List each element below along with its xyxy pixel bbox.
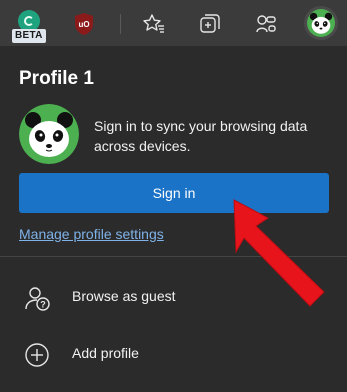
manage-profile-settings-link[interactable]: Manage profile settings — [19, 226, 164, 242]
signin-message: Sign in to sync your browsing data acros… — [94, 118, 308, 154]
favorites-button[interactable] — [140, 10, 168, 38]
profile-avatar-button[interactable] — [304, 6, 338, 40]
add-profile-label: Add profile — [72, 345, 139, 361]
guest-icon: ? — [25, 287, 50, 311]
add-profile-item[interactable]: Add profile — [0, 329, 347, 379]
profile-flyout: Profile 1 Sign in to sync your browsing … — [0, 46, 347, 392]
browse-as-guest-label: Browse as guest — [72, 288, 176, 304]
sign-in-button[interactable]: Sign in — [19, 173, 329, 213]
browse-as-guest-item[interactable]: ? Browse as guest — [0, 272, 347, 322]
copilot-extension-button[interactable]: BETA — [10, 8, 50, 44]
section-divider — [0, 256, 347, 257]
panda-avatar-icon — [19, 104, 79, 164]
ublock-label: uO — [78, 20, 89, 29]
favorites-icon — [143, 14, 164, 33]
profile-avatar — [19, 104, 79, 164]
collections-icon — [200, 14, 220, 33]
collections-button[interactable] — [196, 10, 224, 38]
svg-text:?: ? — [40, 300, 46, 310]
toolbar-divider — [120, 14, 121, 34]
share-button[interactable] — [252, 10, 280, 38]
add-circle-icon — [25, 343, 49, 367]
ublock-extension-button[interactable]: uO — [72, 12, 96, 36]
ublock-shield-icon: uO — [75, 13, 93, 35]
browser-toolbar: BETA uO — [0, 0, 347, 46]
share-icon — [256, 15, 276, 33]
beta-badge: BETA — [12, 29, 46, 43]
profile-title: Profile 1 — [19, 68, 94, 89]
panda-avatar-icon — [307, 9, 335, 37]
